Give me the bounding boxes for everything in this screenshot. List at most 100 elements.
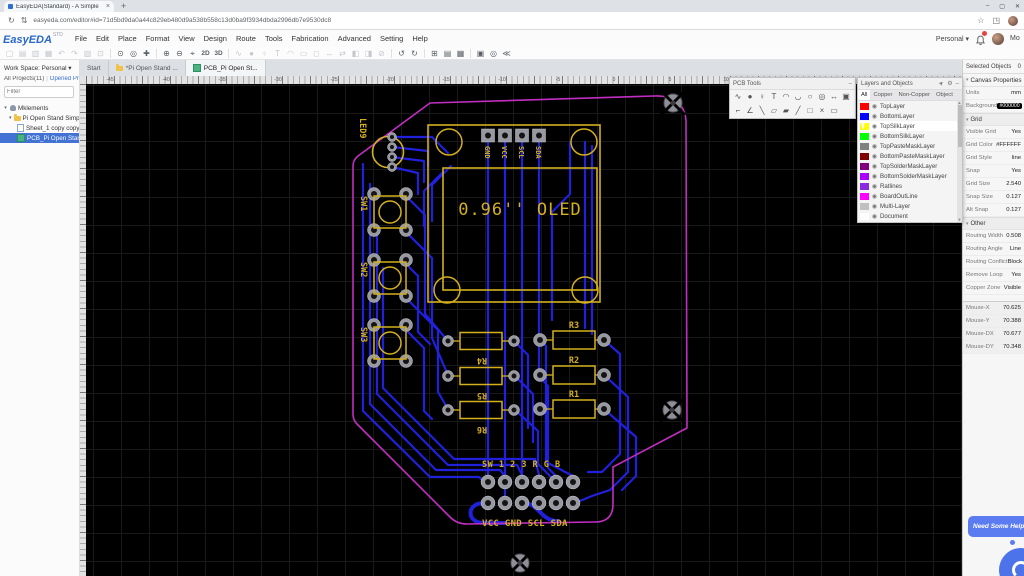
all-projects-link[interactable]: All Projects(11) <box>4 76 44 82</box>
easyeda-logo[interactable]: EasyEDASTD <box>3 30 63 48</box>
layer-tab-object[interactable]: Object <box>933 90 956 100</box>
close-icon[interactable]: ✕ <box>1015 3 1020 10</box>
pan-icon[interactable]: ✚ <box>140 47 153 60</box>
circle-tool-icon[interactable]: ○ <box>804 91 816 103</box>
layer-tab-non-copper[interactable]: Non-Copper <box>895 90 933 100</box>
prop-value[interactable]: #FFFFFF <box>996 142 1021 148</box>
prop-value[interactable]: 70.388 <box>1003 318 1021 324</box>
pcb-canvas[interactable]: GNDVCCSCLSDA0.96'' OLEDLED9SW1SW2SW3R4R5… <box>80 76 962 576</box>
image-tool-icon[interactable]: ▣ <box>840 91 852 103</box>
layer-tab-copper[interactable]: Copper <box>870 90 895 100</box>
zoom-out-icon[interactable]: ⊖ <box>173 47 186 60</box>
layers-title-bar[interactable]: Layers and Objects ➤ ⚙ – <box>858 78 962 90</box>
reload-icon[interactable]: ↻ <box>8 16 15 25</box>
collapse-icon[interactable]: – <box>956 81 959 87</box>
silk-text[interactable]: SCL <box>517 146 525 159</box>
layer-row-toppastemasklayer[interactable]: ◉TopPasteMaskLayer <box>858 141 957 151</box>
resistor-outline[interactable] <box>460 368 502 385</box>
menu-format[interactable]: Format <box>146 34 170 43</box>
pad-tool-icon[interactable]: ● <box>744 91 756 103</box>
silk-text[interactable]: R6 <box>477 424 487 434</box>
silk-text[interactable]: VCC GND SCL SDA <box>482 519 568 529</box>
sidebar-item-pcb-pi-open-stand-copy[interactable]: PCB_Pi Open Stand copy <box>0 133 79 143</box>
site-info-icon[interactable]: ⇅ <box>21 16 28 25</box>
layer-color-swatch[interactable] <box>860 183 869 190</box>
resistor-outline[interactable] <box>460 333 502 350</box>
share-icon[interactable]: ≪ <box>500 47 513 60</box>
prop-value[interactable]: mm <box>1011 90 1021 96</box>
photo-view-icon[interactable]: ▦ <box>454 47 467 60</box>
section-other[interactable]: ▾Other <box>963 217 1024 230</box>
connect-pad-tool-icon[interactable]: ⌐ <box>732 105 744 117</box>
resistor-outline[interactable] <box>553 331 595 349</box>
layer-row-bottomlayer[interactable]: ◉BottomLayer <box>858 111 957 121</box>
copper-area-tool-icon[interactable]: ▱ <box>768 105 780 117</box>
zoom-fit-icon[interactable]: ⌖ <box>186 47 199 60</box>
eye-icon[interactable]: ◉ <box>871 183 878 190</box>
menu-view[interactable]: View <box>178 34 194 43</box>
extensions-icon[interactable]: ◳ <box>992 16 1000 25</box>
expander-icon[interactable]: ▾ <box>9 115 12 121</box>
copper-trace[interactable] <box>432 166 451 221</box>
layer-row-document[interactable]: ◉Document <box>858 211 957 221</box>
menu-file[interactable]: File <box>75 34 87 43</box>
eye-icon[interactable]: ◉ <box>871 203 878 210</box>
menu-help[interactable]: Help <box>412 34 427 43</box>
feedback-icon[interactable]: ◎ <box>487 47 500 60</box>
resistor-outline[interactable] <box>553 366 595 384</box>
copper-trace[interactable] <box>392 147 428 166</box>
layer-color-swatch[interactable] <box>860 173 869 180</box>
menu-edit[interactable]: Edit <box>96 34 109 43</box>
menu-fabrication[interactable]: Fabrication <box>292 34 329 43</box>
silk-text[interactable]: SW1 <box>358 196 368 211</box>
prop-value[interactable]: 70.677 <box>1003 331 1021 337</box>
notifications-bell-icon[interactable] <box>975 33 986 44</box>
eye-icon[interactable]: ◉ <box>871 123 878 130</box>
silk-text[interactable]: VCC <box>500 146 508 159</box>
prop-value[interactable]: Yes <box>1011 168 1021 174</box>
layer-color-swatch[interactable] <box>860 193 869 200</box>
eye-icon[interactable]: ◉ <box>871 213 878 220</box>
zoom-icon[interactable]: ⊙ <box>114 47 127 60</box>
silk-text[interactable]: GND <box>483 146 491 159</box>
solid-region-tool-icon[interactable]: ▰ <box>780 105 792 117</box>
layer-row-toplayer[interactable]: ◉TopLayer <box>858 101 957 111</box>
prop-value[interactable]: Line <box>1010 246 1021 252</box>
track-tool-icon[interactable]: ∿ <box>732 91 744 103</box>
line-tool-icon[interactable]: ╱ <box>792 105 804 117</box>
led-outline[interactable] <box>373 137 404 168</box>
silk-text[interactable]: R5 <box>477 390 487 400</box>
user-avatar[interactable] <box>992 33 1004 45</box>
layer-color-swatch[interactable] <box>860 143 869 150</box>
silk-text[interactable]: SDA <box>534 146 542 159</box>
silk-text[interactable]: R1 <box>569 390 579 400</box>
scrollbar-thumb[interactable] <box>958 105 962 147</box>
menu-advanced[interactable]: Advanced <box>338 34 371 43</box>
oled-mount-circle[interactable] <box>436 129 462 155</box>
prop-value[interactable]: 70.625 <box>1003 305 1021 311</box>
zoom-in-icon[interactable]: ⊕ <box>160 47 173 60</box>
canvas-tool-icon[interactable]: ▭ <box>828 105 840 117</box>
menu-design[interactable]: Design <box>204 34 227 43</box>
order-icon[interactable]: ▣ <box>474 47 487 60</box>
view-3d-button[interactable]: 3D <box>212 47 225 60</box>
menu-setting[interactable]: Setting <box>380 34 403 43</box>
prop-value[interactable]: Yes <box>1011 129 1021 135</box>
prop-value[interactable]: #000000 <box>997 103 1021 109</box>
layer-row-ratlines[interactable]: ◉Ratlines <box>858 181 957 191</box>
layer-row-bottomsilklayer[interactable]: ◉BottomSilkLayer <box>858 131 957 141</box>
silk-text[interactable]: SW3 <box>358 327 368 342</box>
sidebar-item-pi-open-stand-simplified[interactable]: ▾Pi Open Stand Simplified <box>0 113 79 123</box>
layer-color-swatch[interactable] <box>860 103 869 110</box>
menu-place[interactable]: Place <box>118 34 137 43</box>
menu-tools[interactable]: Tools <box>265 34 283 43</box>
copper-trace[interactable] <box>392 157 424 182</box>
maximize-icon[interactable]: ▢ <box>999 3 1005 10</box>
bom-icon[interactable]: ⊞ <box>428 47 441 60</box>
prop-value[interactable]: 0.508 <box>1006 233 1021 239</box>
new-tab-button[interactable]: + <box>121 1 126 12</box>
silk-text[interactable]: 0.96'' OLED <box>458 200 582 220</box>
layer-row-bottomsoldermasklayer[interactable]: ◉BottomSolderMaskLayer <box>858 171 957 181</box>
pcb-design[interactable]: GNDVCCSCLSDA0.96'' OLEDLED9SW1SW2SW3R4R5… <box>80 76 962 576</box>
layer-tab-all[interactable]: All <box>858 90 870 100</box>
